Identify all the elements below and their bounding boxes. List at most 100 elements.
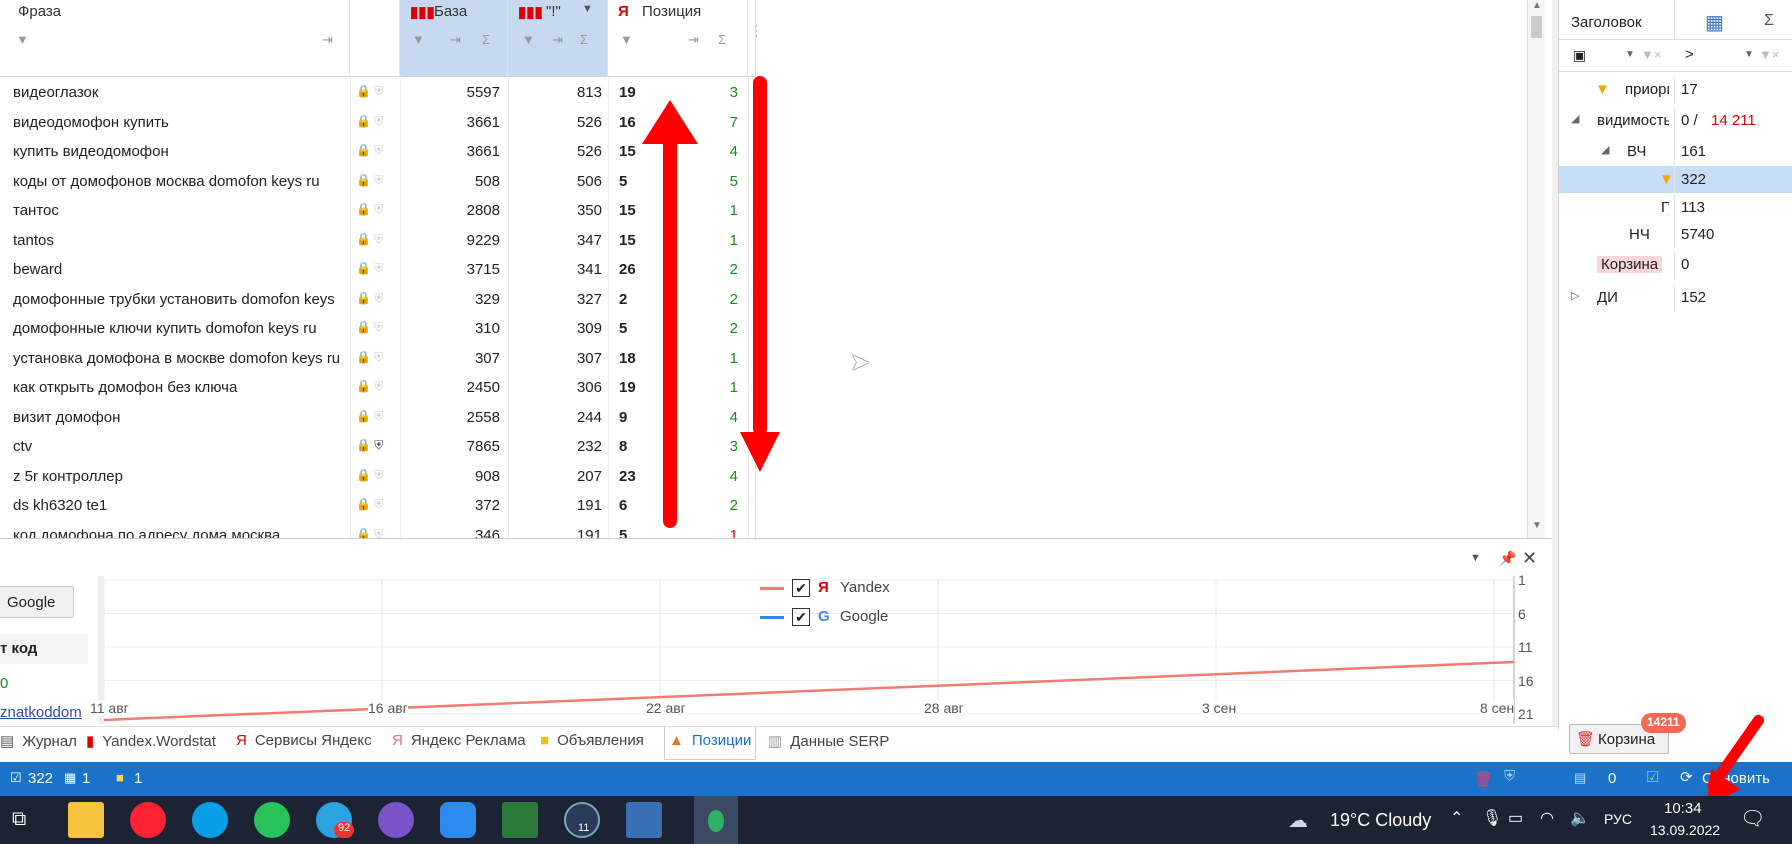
tab-2[interactable]: Я Сервисы Яндекс [236,732,372,760]
weather-text[interactable]: 19°C Cloudy [1330,810,1431,831]
pin-icon[interactable]: ⇥ [688,32,699,48]
lock-icon[interactable]: 🔒 ⛨ [356,202,383,217]
sum-icon[interactable]: Σ [482,32,490,47]
column-phrase[interactable]: Фраза ▼ ⇥ [0,0,350,77]
pin-icon[interactable]: ⇥ [552,32,563,48]
app-icon[interactable] [502,802,538,838]
tree-row[interactable]: ▼ приори 17 [1559,76,1792,103]
volume-icon[interactable]: 🔈 [1570,808,1590,828]
yandex-browser-icon[interactable] [130,802,166,838]
pin-icon[interactable]: 📌 [1499,550,1516,567]
table-row[interactable]: установка домофона в москве domofon keys… [0,344,755,374]
lock-icon[interactable]: 🔒 ⛨ [356,497,383,512]
shield-icon[interactable]: ⛨ [1504,768,1515,785]
language-indicator[interactable]: РУС [1604,811,1632,827]
battery-icon[interactable]: ▭ [1508,808,1523,828]
tab-6[interactable]: ▥ Данные SERP [768,732,889,760]
expand-icon[interactable]: ◢ [1601,143,1609,156]
select-all-checkbox[interactable]: ▣ [1573,47,1586,64]
filter-icon[interactable]: ▼ [16,32,29,47]
sum-icon[interactable]: Σ [580,32,588,47]
network-tool-icon[interactable] [626,802,662,838]
table-row[interactable]: домофонные ключи купить domofon keys ru 🔒… [0,314,755,344]
sum-icon[interactable]: Σ [1764,12,1774,30]
lock-icon[interactable]: 🔒 ⛨ [356,350,383,365]
table-row[interactable]: ds kh6320 te1 🔒 ⛨ 372 191 6 2 [0,491,755,521]
filter-icon[interactable]: ▼ [522,32,535,47]
table-row[interactable]: z 5r контроллер 🔒 ⛨ 908 207 23 4 [0,462,755,492]
grid-scrollbar[interactable]: ▲ ▼ [1527,0,1545,538]
pin-icon[interactable]: ⇥ [322,32,333,48]
lock-icon[interactable]: 🔒 ⛨ [356,468,383,483]
tree-row[interactable]: Корзина 0 [1559,251,1792,278]
table-row[interactable]: коды от домофонов москва domofon keys ru… [0,167,755,197]
lock-icon[interactable]: 🔒 ⛨ [356,379,383,394]
column-grip-icon[interactable]: ⋮ [749,22,763,39]
pin-icon[interactable]: ⇥ [450,32,461,48]
filter-icon[interactable]: ▼ [620,32,633,47]
column-baza[interactable]: ▮▮▮ База ▼ ⇥ Σ [400,0,508,77]
sum-icon[interactable]: Σ [718,32,726,47]
lock-icon[interactable]: 🔒 ⛨ [356,84,383,99]
tree-row[interactable]: НЧ 5740 [1559,221,1792,248]
active-app-slot[interactable] [694,796,738,844]
tree-row[interactable]: ▼ 322 [1559,166,1792,193]
lock-icon[interactable]: 🔒 ⛨ [356,320,383,335]
whatsapp-icon[interactable] [254,802,290,838]
scroll-down-icon[interactable]: ▼ [1532,520,1542,531]
check-icon[interactable]: ☑ [1646,768,1659,786]
tree-row[interactable]: Гу 113 [1559,194,1792,221]
lock-icon[interactable]: 🔒 ⛨ [356,409,383,424]
tree-row[interactable]: ◢ ВЧ 161 [1559,138,1792,165]
legend-checkbox[interactable]: ✔ [792,579,810,597]
image-icon[interactable]: ▤ [1574,770,1586,786]
tab-1[interactable]: ▮ Yandex.Wordstat [86,732,216,760]
tree-row[interactable]: ◢ видимость 0 / 14 211 [1559,107,1792,134]
lock-icon[interactable]: 🔒 ⛨ [356,232,383,247]
clock-date[interactable]: 13.09.2022 [1650,822,1720,838]
legend-item[interactable]: ✔ G Google [756,605,956,631]
lock-icon[interactable]: 🔒 ⛨ [356,143,383,158]
legend-item[interactable]: ✔ Я Yandex [756,576,956,602]
table-row[interactable]: как открыть домофон без ключа 🔒 ⛨ 2450 306 1… [0,373,755,403]
panel-splitter[interactable] [1552,0,1558,730]
table-icon[interactable]: ▦ [1705,10,1724,35]
left-panel-link[interactable]: znatkoddom [0,704,82,721]
zoom-icon[interactable] [440,802,476,838]
task-view-icon[interactable]: ⧉ [12,808,26,831]
lock-icon[interactable]: 🔒 ⛨ [356,291,383,306]
tab-5[interactable]: ▲ Позиции [664,726,757,760]
tree-row[interactable]: ▷ ДИ 152 [1559,284,1792,311]
lock-icon[interactable]: 🔒 ⛨ [356,173,383,188]
dropdown-icon[interactable]: ▼ [1470,552,1481,564]
tab-0[interactable]: ▤ Журнал [0,732,77,760]
lock-icon[interactable]: 🔒 ⛨ [356,114,383,129]
column-position[interactable]: Я Позиция ▼ ⇥ Σ [608,0,748,77]
trash-status-icon[interactable]: 🗑 [1474,770,1493,788]
clear-filter-icon[interactable]: ▼× [1759,47,1779,62]
dropdown-icon[interactable]: ▼ [1625,49,1635,60]
table-row[interactable]: beward 🔒 ⛨ 3715 341 26 2 [0,255,755,285]
table-row[interactable]: ctv 🔒 ⛨ 7865 232 8 3 [0,432,755,462]
expand-icon[interactable]: ◢ [1571,112,1579,125]
table-row[interactable]: домофонные трубки установить domofon key… [0,285,755,315]
filter-icon[interactable]: ▼ [412,32,425,47]
tab-4[interactable]: ■ Объявления [540,732,644,760]
close-icon[interactable]: ✕ [1522,548,1537,569]
lock-icon[interactable]: 🔒 ⛨ [356,438,383,453]
chevron-up-icon[interactable]: ⌃ [1450,808,1463,828]
notifications-icon[interactable]: 🗨 [1740,806,1765,831]
dropdown-icon[interactable]: ▼ [582,3,593,15]
skype-icon[interactable] [192,802,228,838]
table-row[interactable]: код домофона по адресу дома москва 🔒 ⛨ 346… [0,521,755,539]
table-row[interactable]: визит домофон 🔒 ⛨ 2558 244 9 4 [0,403,755,433]
scroll-thumb[interactable] [1531,16,1542,38]
wifi-icon[interactable]: ◠ [1540,808,1554,828]
splitter[interactable] [0,538,1558,539]
scroll-up-icon[interactable]: ▲ [1532,0,1542,11]
lock-icon[interactable]: 🔒 ⛨ [356,527,383,539]
viber-icon[interactable] [378,802,414,838]
legend-checkbox[interactable]: ✔ [792,608,810,626]
google-button[interactable]: Google [0,586,74,618]
refresh-icon[interactable]: ⟳ [1680,768,1693,786]
